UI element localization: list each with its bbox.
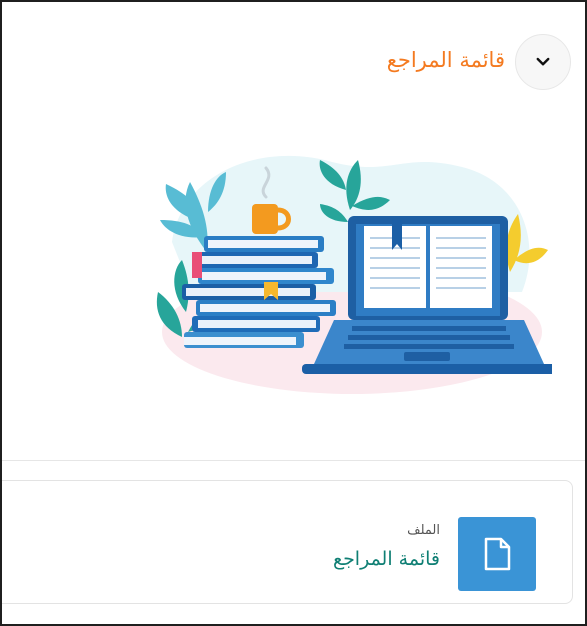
file-icon — [484, 537, 511, 571]
resource-card: الملف قائمة المراجع — [2, 480, 573, 604]
resource-text: الملف قائمة المراجع — [333, 523, 440, 570]
chevron-down-icon — [536, 57, 550, 66]
resource-link[interactable]: قائمة المراجع — [333, 548, 440, 570]
resource-icon-button[interactable] — [458, 517, 536, 591]
section-title[interactable]: قائمة المراجع — [387, 48, 505, 72]
collapse-toggle-button[interactable] — [515, 34, 571, 90]
section-header: قائمة المراجع — [2, 2, 585, 112]
resource-type-label: الملف — [407, 523, 440, 538]
books-laptop-illustration — [156, 155, 552, 394]
section-divider — [2, 460, 585, 461]
section-frame: قائمة المراجع الملف قائمة المراجع — [0, 0, 587, 626]
